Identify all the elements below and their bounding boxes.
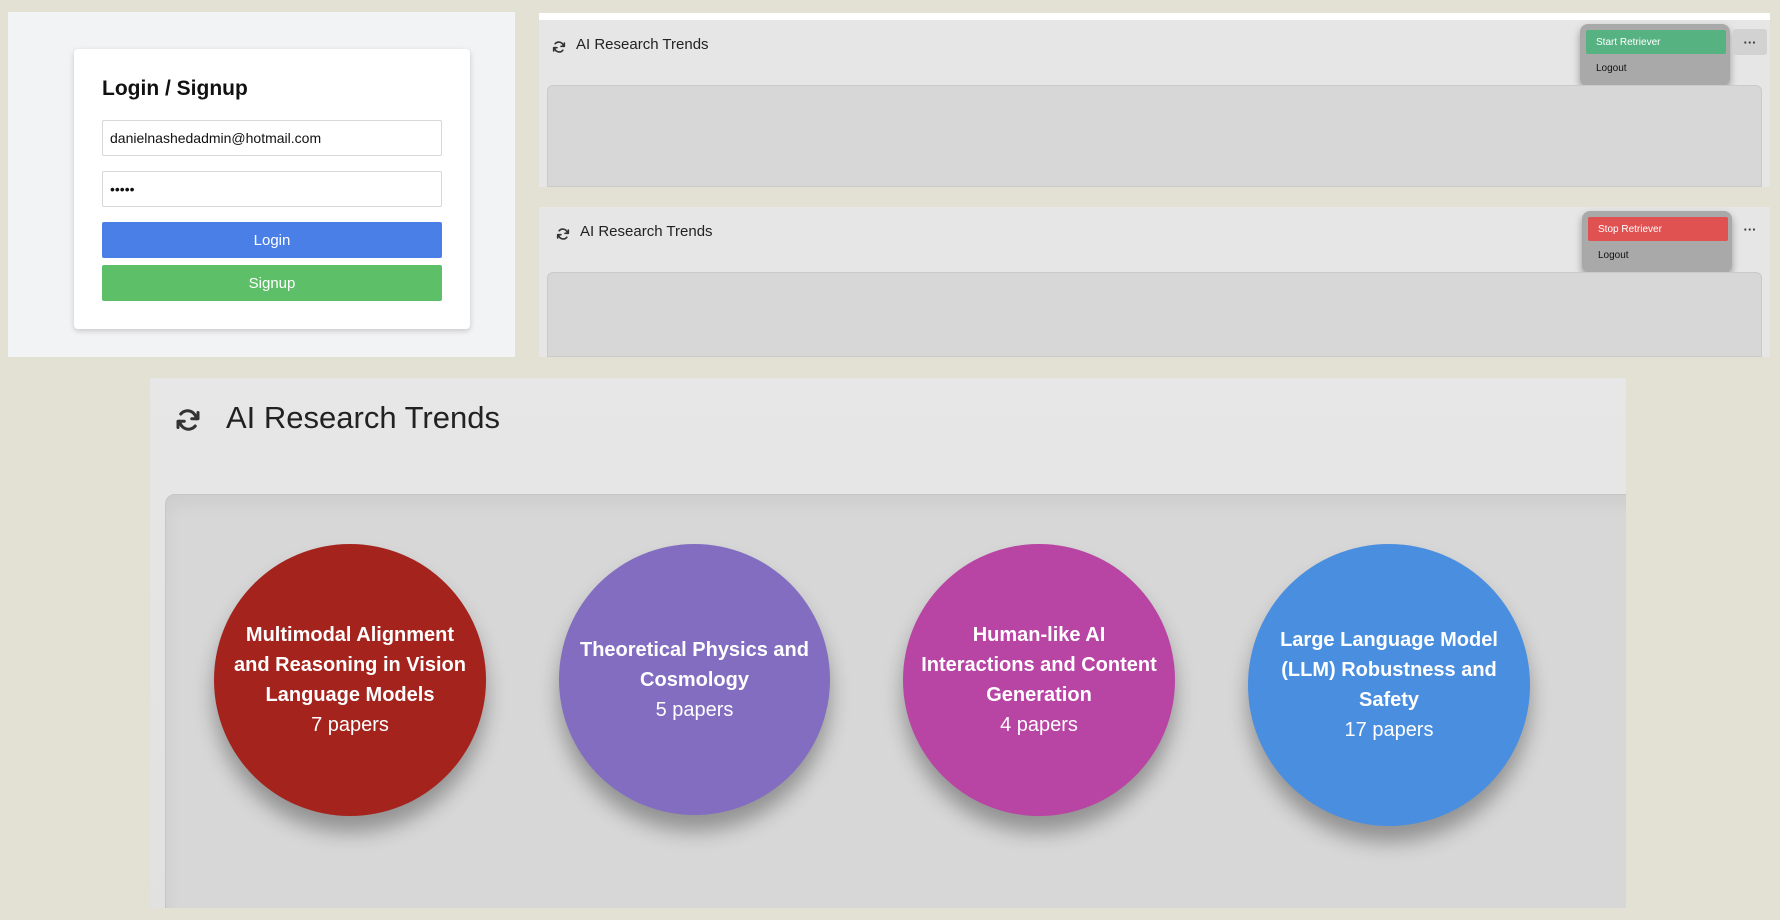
app-menu-dropdown: Stop Retriever Logout: [1582, 211, 1732, 273]
login-card: Login / Signup Login Signup: [74, 49, 470, 329]
topic-title: Large Language Model (LLM) Robustness an…: [1280, 629, 1498, 711]
start-retriever-button[interactable]: Start Retriever: [1586, 30, 1726, 54]
topic-bubble[interactable]: Human-like AI Interactions and Content G…: [903, 544, 1175, 816]
topic-bubble[interactable]: Multimodal Alignment and Reasoning in Vi…: [214, 544, 486, 816]
login-panel: Login / Signup Login Signup: [8, 12, 515, 357]
signup-button[interactable]: Signup: [102, 265, 442, 301]
page-title: AI Research Trends: [226, 400, 500, 435]
topic-title: Theoretical Physics and Cosmology: [580, 638, 809, 691]
app-menu-dropdown: Start Retriever Logout: [1580, 24, 1730, 86]
topics-container: [547, 272, 1762, 357]
app-preview-stop: AI Research Trends Stop Retriever Logout…: [539, 207, 1770, 357]
login-button[interactable]: Login: [102, 222, 442, 258]
topics-container: [547, 85, 1762, 187]
topic-title: Multimodal Alignment and Reasoning in Vi…: [234, 624, 466, 706]
topic-paper-count: 17 papers: [1344, 719, 1434, 741]
topic-paper-count: 7 papers: [311, 714, 389, 736]
topic-bubble[interactable]: Large Language Model (LLM) Robustness an…: [1248, 544, 1530, 826]
password-field[interactable]: [102, 171, 442, 207]
app-preview-start: AI Research Trends Start Retriever Logou…: [539, 13, 1770, 187]
app-title: AI Research Trends: [580, 223, 713, 240]
refresh-icon[interactable]: [555, 226, 571, 242]
logout-menu-item[interactable]: Logout: [1598, 250, 1629, 261]
logout-menu-item[interactable]: Logout: [1596, 63, 1627, 74]
topic-paper-count: 4 papers: [1000, 714, 1078, 736]
topic-bubble[interactable]: Theoretical Physics and Cosmology 5 pape…: [559, 544, 830, 815]
refresh-icon[interactable]: [551, 39, 567, 55]
more-horizontal-icon[interactable]: ···: [1733, 216, 1767, 242]
topic-title: Human-like AI Interactions and Content G…: [921, 624, 1157, 706]
refresh-icon[interactable]: [173, 405, 203, 435]
app-header: AI Research Trends Start Retriever Logou…: [539, 20, 1770, 86]
app-header: AI Research Trends Stop Retriever Logout…: [539, 207, 1770, 273]
login-title: Login / Signup: [102, 77, 248, 100]
app-title: AI Research Trends: [576, 36, 709, 53]
more-horizontal-icon[interactable]: ···: [1733, 29, 1767, 55]
stop-retriever-button[interactable]: Stop Retriever: [1588, 217, 1728, 241]
topic-paper-count: 5 papers: [655, 698, 734, 721]
email-field[interactable]: [102, 120, 442, 156]
